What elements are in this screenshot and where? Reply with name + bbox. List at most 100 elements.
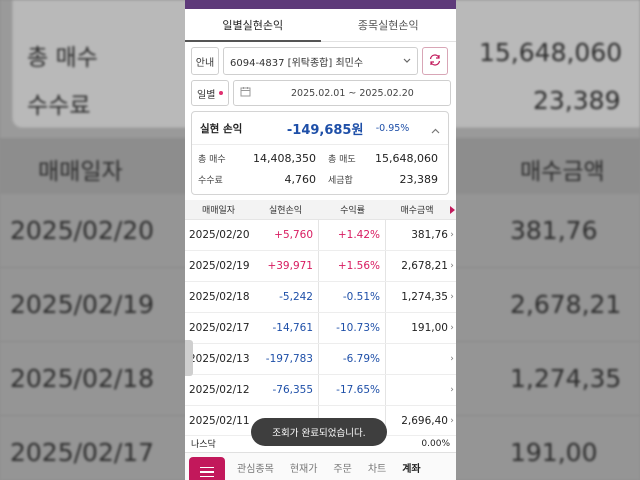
menu-line [200,475,214,478]
total-buy-label: 총 매수 [198,155,226,165]
cell-date: 2025/02/19 [189,260,250,272]
chevron-right-icon: › [450,230,454,240]
summary-grid: 총 매수 14,408,350 총 매도 15,648,060 수수료 4,76… [192,145,448,189]
nav-account[interactable]: 계좌 [402,460,420,475]
bottom-nav: 관심종목 현재가 주문 차트 계좌 [185,452,456,480]
guide-button[interactable]: 안내 [191,47,219,75]
bg-buy-label: 총 매수 [27,45,98,71]
bg-buy-header: 매수금액 [520,159,605,185]
cell-date: 2025/02/13 [189,353,250,365]
cell-pl: +39,971 [267,260,313,272]
menu-button[interactable] [189,457,225,480]
cell-pl: -14,761 [272,322,313,334]
fee-label: 수수료 [198,176,223,186]
total-buy-cell: 총 매수 14,408,350 [198,149,320,168]
app-screen: 일별실현손익 종목실현손익 안내 6094-4837 [위탁종합] 최민수 일별… [185,0,456,480]
bg-row-amount: 2,678,21 [510,290,622,319]
account-row: 안내 6094-4837 [위탁종합] 최민수 [191,47,451,75]
cell-buy-amount: 1,274,35 [401,291,448,303]
tax-cell: 세금합 23,389 [320,170,442,189]
nav-current-price[interactable]: 현재가 [290,460,318,475]
cell-date: 2025/02/17 [189,322,250,334]
bg-row-date: 2025/02/18 [10,364,155,393]
header-date: 매매일자 [201,206,236,216]
bg-tax-value: 23,389 [533,86,621,115]
collapse-icon[interactable] [431,119,440,138]
required-dot-icon [219,91,223,95]
cell-pl: +5,760 [274,229,313,241]
chevron-right-icon: › [450,416,454,426]
bg-date-header: 매매일자 [38,159,123,185]
nav-items: 관심종목 현재가 주문 차트 계좌 [237,453,421,480]
tab-daily-pl[interactable]: 일별실현손익 [185,9,321,42]
total-sell-label: 총 매도 [328,155,356,165]
cell-pl: -5,242 [279,291,313,303]
table-row[interactable]: 2025/02/17 -14,761 -10.73% 191,00 › [185,313,456,344]
tab-stock-pl[interactable]: 종목실현손익 [321,9,457,41]
header-pl: 실현손익 [268,206,303,216]
cell-pl: -76,355 [272,384,313,396]
chevron-right-icon: › [450,261,454,271]
total-buy-value: 14,408,350 [253,152,316,165]
nav-watchlist[interactable]: 관심종목 [237,460,274,475]
header-buy-amount: 매수금액 [400,206,434,216]
cell-rate: -0.51% [342,291,380,303]
period-select[interactable]: 일별 [191,80,229,106]
cell-rate: -6.79% [342,353,380,365]
index-name: 나스닥 [191,440,216,450]
table-row[interactable]: 2025/02/20 +5,760 +1.42% 381,76 › [185,220,456,251]
menu-line [200,466,214,469]
period-row: 일별 2025.02.01 ~ 2025.02.20 [191,80,451,106]
nav-order[interactable]: 주문 [333,460,351,475]
table-row[interactable]: 2025/02/12 -76,355 -17.65% › [185,375,456,406]
calendar-icon [240,86,251,100]
realized-pl-rate: -0.95% [375,122,410,134]
chevron-right-icon: › [450,292,454,302]
bg-row-date: 2025/02/19 [10,290,155,319]
bg-sell-value: 15,648,060 [479,38,623,67]
account-value: 6094-4837 [위탁종합] 최민수 [230,57,364,69]
bg-row-amount: 1,274,35 [510,364,622,393]
fee-value: 4,760 [284,173,317,186]
header-rate: 수익률 [340,206,365,216]
bg-row-amount: 191,00 [510,438,598,467]
summary-header: 실현 손익 -149,685원 -0.95% [192,112,448,145]
drag-handle[interactable] [185,340,193,376]
cell-buy-amount: 191,00 [411,322,448,334]
table-row[interactable]: 2025/02/19 +39,971 +1.56% 2,678,21 › [185,251,456,282]
tax-value: 23,389 [399,173,439,186]
bg-row-amount: 381,76 [510,216,598,245]
realized-pl-value: -149,685원 [286,122,364,138]
refresh-icon [428,53,442,70]
cell-date: 2025/02/11 [189,415,250,427]
menu-line [200,471,214,473]
cell-buy-amount: 381,76 [411,229,448,241]
chevron-right-icon: › [450,354,454,364]
bg-row-date: 2025/02/20 [10,216,155,245]
period-label: 일별 [197,89,216,101]
cell-date: 2025/02/12 [189,384,250,396]
summary-card: 실현 손익 -149,685원 -0.95% 총 매수 14,408,350 총… [191,111,449,195]
cell-date: 2025/02/20 [189,229,250,241]
cell-pl: -197,783 [265,353,313,365]
bg-fee-label: 수수료 [27,93,91,119]
cell-rate: -10.73% [336,322,380,334]
refresh-button[interactable] [422,47,448,75]
account-select[interactable]: 6094-4837 [위탁종합] 최민수 [223,47,418,75]
table-row[interactable]: 2025/02/18 -5,242 -0.51% 1,274,35 › [185,282,456,313]
index-value: 0.00% [421,438,450,449]
realized-pl-label: 실현 손익 [200,122,243,135]
scroll-right-icon[interactable] [448,200,456,219]
cell-buy-amount: 2,696,40 [401,415,448,427]
total-sell-value: 15,648,060 [375,152,438,165]
toast-message: 조회가 완료되었습니다. [251,418,387,446]
total-sell-cell: 총 매도 15,648,060 [320,149,442,168]
cell-rate: -17.65% [336,384,380,396]
nav-chart[interactable]: 차트 [368,460,386,475]
cell-buy-amount: 2,678,21 [401,260,448,272]
date-range-picker[interactable]: 2025.02.01 ~ 2025.02.20 [233,80,451,106]
chevron-right-icon: › [450,385,454,395]
tax-label: 세금합 [328,176,353,186]
cell-rate: +1.56% [337,260,380,272]
table-row[interactable]: 2025/02/13 -197,783 -6.79% › [185,344,456,375]
